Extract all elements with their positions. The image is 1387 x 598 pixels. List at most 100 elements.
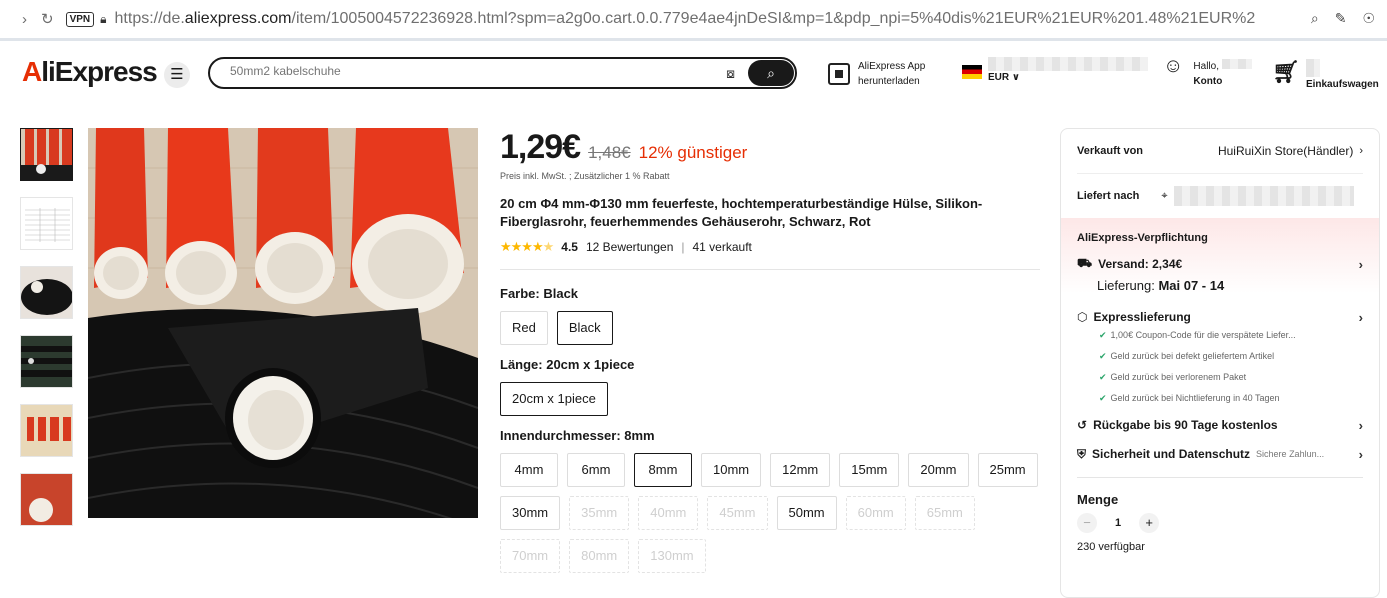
commitment-section: AliExpress-Verpflichtung ⛟ Versand: 2,34… [1061, 218, 1379, 293]
thumbnail-list [20, 128, 74, 542]
diameter-option-65mm: 65mm [914, 496, 975, 530]
color-option-black[interactable]: Black [556, 311, 613, 345]
commitment-title: AliExpress-Verpflichtung [1077, 232, 1208, 244]
logo-a: A [22, 56, 42, 87]
discount-label: 12% günstiger [638, 143, 748, 162]
diameter-option-4mm[interactable]: 4mm [500, 453, 558, 487]
diameter-options: 4mm 6mm 8mm 10mm 12mm 15mm 20mm 25mm 30mm 35mm 40m… [500, 453, 1040, 573]
reload-icon[interactable]: ↻ [41, 10, 54, 28]
menu-icon[interactable]: ☰ [164, 62, 190, 88]
diameter-option-60mm: 60mm [845, 496, 906, 530]
ships-to-label: Liefert nach [1077, 190, 1140, 202]
chevron-right-icon: › [1358, 446, 1363, 462]
rating-divider: | [681, 240, 685, 254]
delivery-date: Mai 07 - 14 [1158, 278, 1225, 293]
diameter-option-30mm[interactable]: 30mm [500, 496, 561, 530]
cart-count-redacted [1305, 59, 1320, 77]
search-button[interactable]: ⌕ [748, 60, 794, 86]
diameter-option-70mm: 70mm [500, 539, 561, 573]
express-label: Expresslieferung [1093, 310, 1191, 324]
thumbnail-black-tubes[interactable] [20, 335, 73, 388]
product-title: 20 cm Φ4 mm-Φ130 mm feuerfeste, hochtemp… [500, 196, 983, 229]
reviews-link[interactable]: 12 Bewertungen [586, 240, 673, 254]
security-row[interactable]: ⛨ Sicherheit und Datenschutz Sichere Zah… [1061, 446, 1379, 462]
store-name: HuiRuiXin Store(Händler) [1217, 144, 1354, 158]
chevron-right-icon: › [1359, 145, 1363, 157]
account-menu[interactable]: ☺ Hallo, Konto [1163, 55, 1252, 89]
germany-flag-icon[interactable] [962, 65, 982, 79]
available-count: 230 verfügbar [1077, 541, 1145, 553]
aliexpress-logo[interactable]: AliExpress [22, 56, 158, 88]
current-price: 1,29€ [500, 128, 581, 166]
color-option-red[interactable]: Red [500, 311, 548, 345]
app-download[interactable]: AliExpress App herunterladen [828, 59, 925, 89]
express-row[interactable]: ⬡ Expresslieferung › [1061, 309, 1379, 325]
thumbnail-red-tubes[interactable] [20, 128, 73, 181]
length-option-20cm[interactable]: 20cm x 1piece [500, 382, 608, 416]
app-line2: herunterladen [858, 76, 920, 87]
thumbnail-size-table[interactable] [20, 197, 73, 250]
chevron-right-icon: › [1358, 309, 1363, 325]
diameter-option-8mm[interactable]: 8mm [634, 453, 692, 487]
search-input[interactable] [230, 64, 690, 78]
security-sub: Sichere Zahlun... [1256, 449, 1325, 459]
color-options: Red Black [500, 311, 1040, 345]
rating-stars-icon: ★★★★★ [500, 239, 554, 254]
vpn-badge[interactable]: VPN [65, 11, 95, 27]
chevron-down-icon: ∨ [1011, 72, 1021, 83]
quantity-label: Menge [1077, 492, 1119, 507]
thumbnail-red-closeup[interactable] [20, 473, 73, 526]
check-icon: ✔ [1099, 330, 1107, 340]
ships-to-row[interactable]: Liefert nach ⌖ [1061, 174, 1379, 218]
returns-row[interactable]: ↺ Rückgabe bis 90 Tage kostenlos › [1061, 417, 1379, 433]
camera-search-icon[interactable]: ⧇ [726, 65, 735, 82]
express-benefit-text: Geld zurück bei verlorenem Paket [1110, 372, 1247, 382]
cart-button[interactable]: 🛒︎ Einkaufswagen [1272, 59, 1379, 90]
diameter-option-25mm[interactable]: 25mm [977, 453, 1038, 487]
diameter-option-20mm[interactable]: 20mm [908, 453, 969, 487]
qr-code-icon [828, 63, 850, 85]
diameter-option-12mm[interactable]: 12mm [770, 453, 831, 487]
diameter-option-50mm[interactable]: 50mm [776, 496, 837, 530]
shipping-cost: Versand: 2,34€ [1098, 257, 1183, 271]
price-block: 1,29€ 1,48€ 12% günstiger [500, 128, 1040, 167]
thumbnail-black-coil[interactable] [20, 266, 73, 319]
zoom-icon[interactable]: ⌕ [1311, 10, 1319, 27]
browser-toolbar: › ↻ VPN 🔒︎ https://de.aliexpress.com/ite… [0, 0, 1387, 38]
check-icon: ✔ [1099, 372, 1107, 382]
diameter-option-80mm: 80mm [569, 539, 630, 573]
decrease-button[interactable]: − [1077, 513, 1097, 533]
url-prefix: https://de. [114, 10, 185, 27]
cart-icon: 🛒︎ [1272, 59, 1300, 84]
chevron-right-icon: › [1358, 417, 1363, 433]
lock-icon[interactable]: 🔒︎ [100, 12, 106, 27]
redacted-name [1221, 59, 1252, 69]
edit-icon[interactable]: ✎ [1335, 10, 1347, 27]
diameter-option-6mm[interactable]: 6mm [567, 453, 625, 487]
forward-icon[interactable]: › [22, 11, 27, 28]
person-icon: ☺ [1163, 55, 1184, 77]
increase-button[interactable]: + [1139, 513, 1160, 533]
site-header: AliExpress ☰ ⧇ ⌕ AliExpress App herunterl… [0, 41, 1387, 109]
length-options: 20cm x 1piece [500, 382, 1040, 416]
logo-rest: liExpress [41, 56, 158, 87]
extensions-icon[interactable]: ☉ [1362, 10, 1375, 27]
sold-by-row[interactable]: Verkauft von HuiRuiXin Store(Händler) › [1077, 129, 1363, 174]
quantity-value[interactable]: 1 [1115, 517, 1121, 529]
address-bar[interactable]: https://de.aliexpress.com/item/100500457… [115, 10, 1255, 28]
currency-label: EUR [988, 72, 1010, 83]
thumbnail-red-row[interactable] [20, 404, 73, 457]
delivery-row: Lieferung: Mai 07 - 14 [1061, 278, 1379, 293]
check-icon: ✔ [1099, 393, 1107, 403]
diameter-option-130mm: 130mm [638, 539, 706, 573]
express-benefit: ✔ 1,00€ Coupon-Code für die verspätete Li… [1061, 325, 1379, 346]
diameter-option-15mm[interactable]: 15mm [839, 453, 900, 487]
express-benefit-text: 1,00€ Coupon-Code für die verspätete Lie… [1110, 330, 1296, 340]
sold-count: 41 verkauft [692, 240, 752, 254]
express-benefit: ✔ Geld zurück bei verlorenem Paket [1061, 367, 1379, 388]
diameter-option-35mm: 35mm [569, 496, 630, 530]
diameter-option-10mm[interactable]: 10mm [701, 453, 762, 487]
shipping-row[interactable]: ⛟ Versand: 2,34€ › [1061, 256, 1379, 272]
currency-selector[interactable]: EUR ∨ [988, 72, 1020, 83]
product-main-image[interactable] [88, 128, 478, 518]
